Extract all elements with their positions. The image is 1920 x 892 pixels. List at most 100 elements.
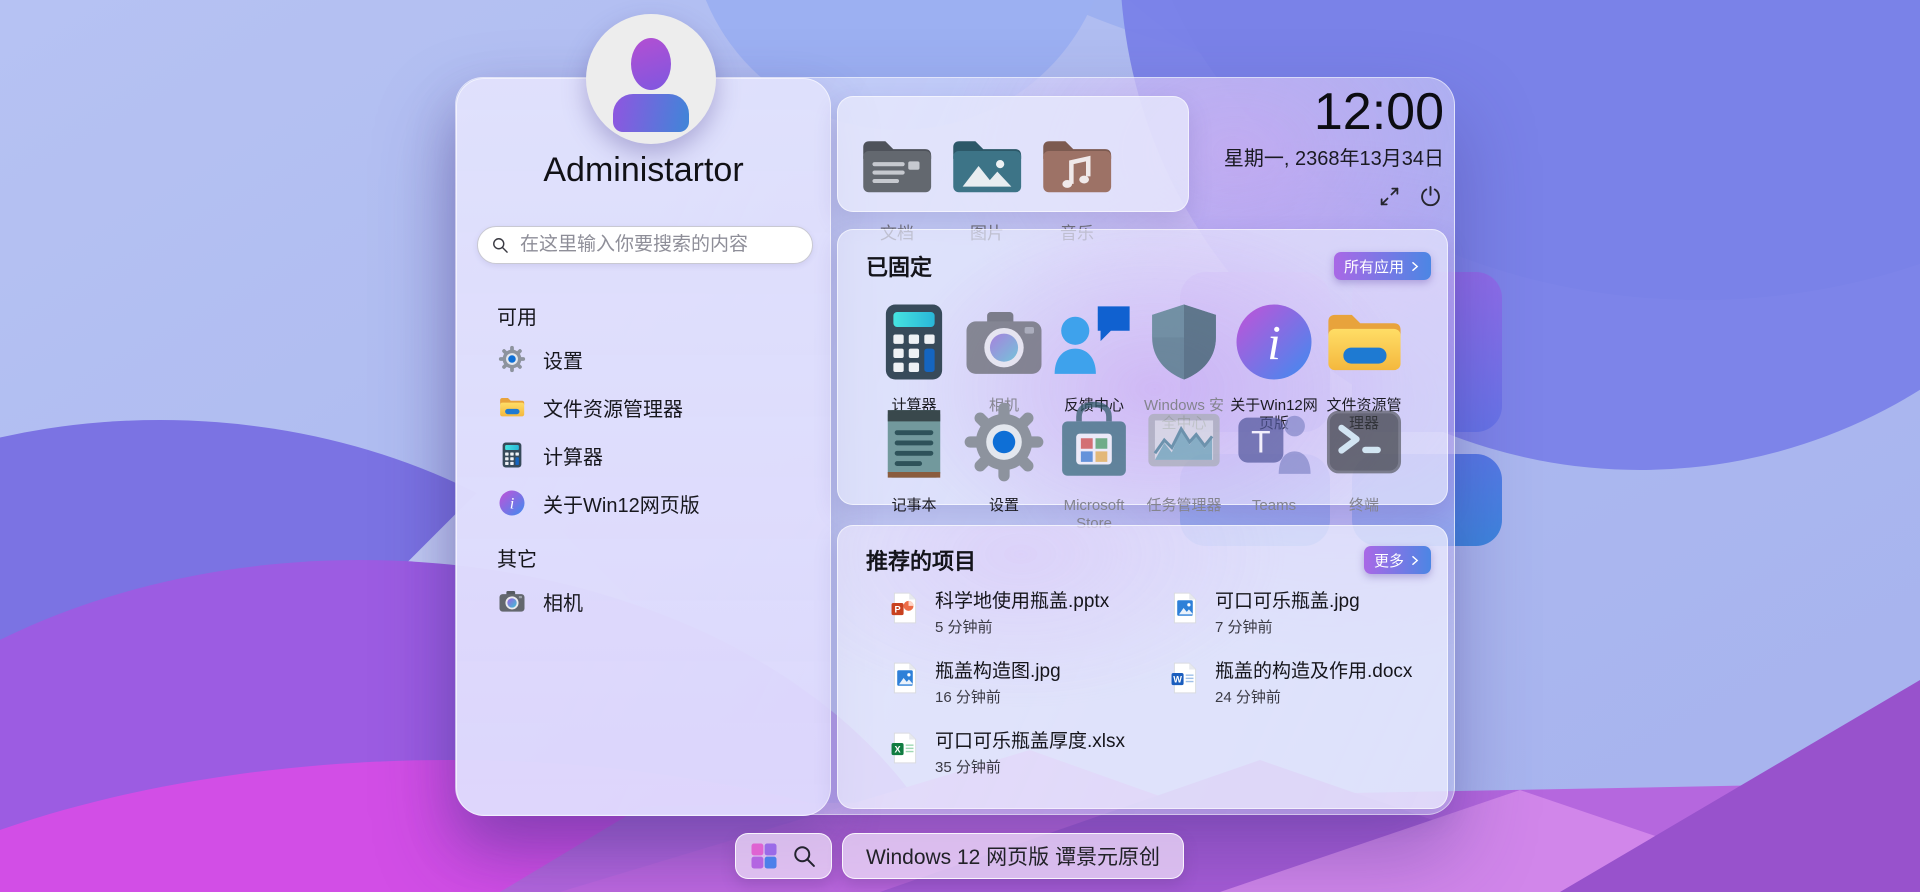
- menu-item[interactable]: i 关于Win12网页版: [497, 479, 797, 527]
- pinned-apps-grid: 计算器 相机 反馈中心 Windows 安全中心 i 关于Win12网页版 文件…: [869, 292, 1409, 492]
- pinned-app[interactable]: 相机: [959, 292, 1049, 392]
- folder-pictures-icon: [942, 121, 1032, 211]
- recommended-item-name: 科学地使用瓶盖.pptx: [935, 586, 1109, 613]
- power-icon[interactable]: [1417, 183, 1444, 210]
- chevron-right-icon: [1408, 260, 1421, 273]
- recommended-item[interactable]: P 科学地使用瓶盖.pptx 5 分钟前: [888, 586, 1168, 656]
- avatar-body-shape: [613, 94, 689, 132]
- store-icon: [1049, 392, 1139, 492]
- file-explorer-icon: [497, 392, 527, 422]
- recommended-panel: 推荐的项目 更多 P 科学地使用瓶盖.pptx 5 分钟前 可口可乐瓶盖.jpg…: [837, 525, 1448, 809]
- pinned-app-label: Teams: [1229, 497, 1319, 515]
- search-box[interactable]: [477, 226, 813, 264]
- svg-text:T: T: [1251, 423, 1270, 459]
- all-apps-button[interactable]: 所有应用: [1334, 252, 1431, 280]
- folder-music-icon: [1032, 121, 1122, 211]
- taskbar-brand-pill: Windows 12 网页版 谭景元原创: [842, 833, 1184, 879]
- menu-section-header: 其它: [497, 543, 797, 571]
- all-apps-label: 所有应用: [1344, 256, 1404, 277]
- calculator-icon: [497, 440, 527, 470]
- recommended-item-name: 瓶盖的构造及作用.docx: [1215, 656, 1412, 683]
- pinned-app[interactable]: Windows 安全中心: [1139, 292, 1229, 392]
- menu-item-label: 相机: [543, 587, 583, 616]
- recommended-item-time: 7 分钟前: [1215, 616, 1360, 637]
- search-input[interactable]: [518, 233, 800, 257]
- camera-icon: [497, 586, 527, 616]
- feedback-hub-icon: [1049, 292, 1139, 392]
- terminal-icon: [1319, 392, 1409, 492]
- clock-block: 12:00 星期一, 2368年13月34日: [1224, 84, 1444, 210]
- word-file-icon: W: [1168, 656, 1202, 700]
- menu-item[interactable]: 计算器: [497, 431, 797, 479]
- pinned-app-label: 记事本: [869, 497, 959, 515]
- quick-folder[interactable]: 音乐: [1032, 97, 1122, 211]
- clock-date: 星期一, 2368年13月34日: [1224, 142, 1444, 171]
- clock-actions: [1224, 183, 1444, 210]
- left-menu: 可用 设置 文件资源管理器 计算器 i 关于Win12网页版 其它 相机: [497, 301, 797, 625]
- recommended-item-time: 24 分钟前: [1215, 686, 1412, 707]
- pinned-app[interactable]: i 关于Win12网页版: [1229, 292, 1319, 392]
- image-file-icon: [1168, 586, 1202, 630]
- file-explorer-icon: [1319, 292, 1409, 392]
- pinned-app[interactable]: 终端: [1319, 392, 1409, 492]
- pinned-app[interactable]: 计算器: [869, 292, 959, 392]
- recommended-item[interactable]: W 瓶盖的构造及作用.docx 24 分钟前: [1168, 656, 1448, 726]
- pinned-app[interactable]: 任务管理器: [1139, 392, 1229, 492]
- recommended-item[interactable]: X 可口可乐瓶盖厚度.xlsx 35 分钟前: [888, 726, 1168, 796]
- pinned-app[interactable]: 记事本: [869, 392, 959, 492]
- menu-item-label: 文件资源管理器: [543, 393, 683, 422]
- svg-text:X: X: [894, 744, 901, 754]
- quick-folder[interactable]: 图片: [942, 97, 1032, 211]
- avatar[interactable]: [586, 14, 716, 144]
- menu-item-label: 设置: [543, 345, 583, 374]
- taskbar-search-button[interactable]: [790, 842, 818, 870]
- more-button[interactable]: 更多: [1364, 546, 1431, 574]
- security-shield-icon: [1139, 292, 1229, 392]
- user-name: Administartor: [457, 151, 830, 190]
- svg-text:i: i: [1267, 316, 1281, 370]
- recommended-item-time: 5 分钟前: [935, 616, 1109, 637]
- windows-start-button[interactable]: [749, 841, 779, 871]
- taskbar-left-group: [735, 833, 832, 879]
- pinned-app-label: 设置: [959, 497, 1049, 515]
- recommended-item-name: 可口可乐瓶盖厚度.xlsx: [935, 726, 1125, 753]
- svg-text:W: W: [1173, 674, 1182, 684]
- ppt-file-icon: P: [888, 586, 922, 630]
- recommended-item-time: 35 分钟前: [935, 756, 1125, 777]
- chevron-right-icon: [1408, 554, 1421, 567]
- quick-folders-panel: 文档 图片 音乐: [837, 96, 1189, 212]
- recommended-item-time: 16 分钟前: [935, 686, 1061, 707]
- clock-time: 12:00: [1224, 84, 1444, 140]
- teams-icon: T: [1229, 392, 1319, 492]
- pinned-panel: 已固定 所有应用 计算器 相机 反馈中心 Windows 安全中心 i 关于Wi…: [837, 229, 1448, 505]
- menu-item[interactable]: 相机: [497, 577, 797, 625]
- notepad-icon: [869, 392, 959, 492]
- pinned-title: 已固定: [866, 250, 932, 282]
- recommended-title: 推荐的项目: [866, 544, 976, 576]
- quick-folder[interactable]: 文档: [852, 97, 942, 211]
- folder-documents-icon: [852, 121, 942, 211]
- menu-section-header: 可用: [497, 301, 797, 329]
- recommended-item[interactable]: 可口可乐瓶盖.jpg 7 分钟前: [1168, 586, 1448, 656]
- pinned-app[interactable]: Microsoft Store: [1049, 392, 1139, 492]
- info-icon: i: [497, 488, 527, 518]
- pinned-app[interactable]: T Teams: [1229, 392, 1319, 492]
- pinned-app[interactable]: 文件资源管理器: [1319, 292, 1409, 392]
- expand-icon[interactable]: [1376, 183, 1403, 210]
- search-icon: [490, 235, 510, 255]
- recommended-item-name: 瓶盖构造图.jpg: [935, 656, 1061, 683]
- recommended-item[interactable]: 瓶盖构造图.jpg 16 分钟前: [888, 656, 1168, 726]
- settings-icon: [959, 392, 1049, 492]
- excel-file-icon: X: [888, 726, 922, 770]
- pinned-app[interactable]: 设置: [959, 392, 1049, 492]
- start-panel: Administartor 可用 设置 文件资源管理器 计算器 i 关于Win1…: [456, 78, 831, 816]
- pinned-app[interactable]: 反馈中心: [1049, 292, 1139, 392]
- menu-item[interactable]: 设置: [497, 335, 797, 383]
- menu-item[interactable]: 文件资源管理器: [497, 383, 797, 431]
- taskbar-brand-text: Windows 12 网页版 谭景元原创: [866, 841, 1160, 871]
- recommended-grid: P 科学地使用瓶盖.pptx 5 分钟前 可口可乐瓶盖.jpg 7 分钟前 瓶盖…: [888, 586, 1448, 796]
- info-icon: i: [1229, 292, 1319, 392]
- image-file-icon: [888, 656, 922, 700]
- more-label: 更多: [1374, 550, 1404, 571]
- task-manager-icon: [1139, 392, 1229, 492]
